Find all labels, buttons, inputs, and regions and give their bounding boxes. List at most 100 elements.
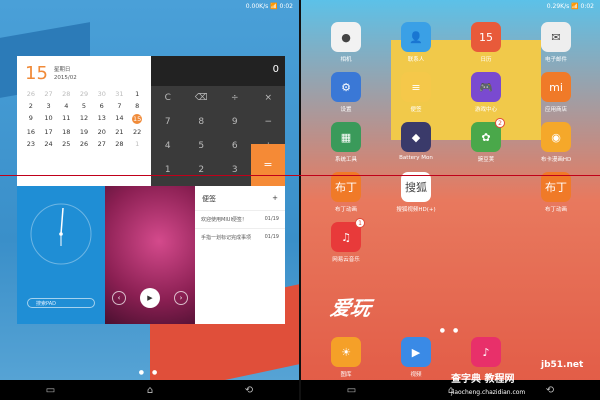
add-note-icon[interactable]: + <box>272 194 278 204</box>
calendar-date[interactable]: 9 <box>22 114 40 124</box>
calendar-date[interactable]: 1 <box>128 90 146 98</box>
calendar-date[interactable]: 4 <box>57 102 75 110</box>
app-icon-button[interactable]: 布丁 布丁动画 <box>531 172 581 213</box>
calculator-key[interactable]: × <box>252 86 286 110</box>
calculator-key[interactable]: 6 <box>218 134 252 158</box>
calendar-date[interactable]: 18 <box>57 128 75 136</box>
calculator-key[interactable]: 1 <box>151 158 185 182</box>
app-icon: 👤 <box>401 22 431 52</box>
notes-widget[interactable]: 便签 + 欢迎使用MIUI便签！ 01/19 手指一划标记完成事项 01/19 <box>195 186 285 324</box>
calendar-date[interactable]: 22 <box>128 128 146 136</box>
app-icon: ≡ <box>401 72 431 102</box>
equals-button[interactable]: = <box>251 144 285 186</box>
calendar-widget[interactable]: 15 星期日 2015/02 26 27 28 29 30 31 1 2 3 4 5 6 7 8 9 10 11… <box>17 56 151 186</box>
app-icon-button[interactable]: ◉ 布卡漫画HD <box>531 122 581 163</box>
app-label: 系统工具 <box>334 157 357 163</box>
play-icon[interactable]: ▶ <box>140 288 160 308</box>
calculator-key[interactable]: 4 <box>151 134 185 158</box>
calendar-date[interactable]: 14 <box>111 114 129 124</box>
back-icon[interactable]: ⟲ <box>245 385 253 396</box>
calendar-date[interactable]: 12 <box>75 114 93 124</box>
calendar-date[interactable]: 10 <box>40 114 58 124</box>
note-date: 01/19 <box>264 234 279 240</box>
search-input[interactable]: 搜索PAD <box>27 298 95 308</box>
back-icon[interactable]: ⟲ <box>546 385 554 396</box>
calendar-date[interactable]: 29 <box>75 90 93 98</box>
app-icon-button[interactable]: ✿ 2 豌豆荚 <box>461 118 511 163</box>
app-icon-button[interactable]: ♫ 1 网易云音乐 <box>321 218 371 263</box>
page-indicator: ● ● <box>439 327 462 334</box>
app-icon-button[interactable]: 15 日历 <box>461 22 511 63</box>
calendar-date[interactable]: 27 <box>93 140 111 148</box>
calendar-date[interactable]: 2 <box>22 102 40 110</box>
dock-app-button[interactable]: ▶ 视频 <box>391 337 441 378</box>
recents-icon[interactable]: ▭ <box>347 385 356 396</box>
app-glyph: 布丁 <box>545 181 567 194</box>
app-icon-button[interactable]: ⚙ 设置 <box>321 72 371 113</box>
calendar-date[interactable]: 6 <box>93 102 111 110</box>
previous-icon[interactable]: ‹ <box>112 291 126 305</box>
calendar-date[interactable]: 27 <box>40 90 58 98</box>
app-icon-button[interactable]: 搜狐 搜狐视频HD(+) <box>391 172 441 213</box>
calendar-date[interactable]: 26 <box>22 90 40 98</box>
home-icon[interactable]: ⌂ <box>147 385 153 396</box>
recents-icon[interactable]: ▭ <box>46 385 55 396</box>
app-icon-button[interactable]: ✉ 电子邮件 <box>531 22 581 63</box>
calendar-date[interactable]: 15 <box>132 114 143 124</box>
calculator-key[interactable]: 2 <box>185 158 219 182</box>
app-icon-button[interactable]: ● 相机 <box>321 22 371 63</box>
calendar-date[interactable]: 11 <box>57 114 75 124</box>
calendar-date[interactable]: 31 <box>111 90 129 98</box>
calendar-date[interactable]: 24 <box>40 140 58 148</box>
calendar-date[interactable]: 17 <box>40 128 58 136</box>
app-icon-button[interactable]: 🎮 游戏中心 <box>461 72 511 113</box>
calculator-key[interactable]: − <box>252 110 286 134</box>
app-label: 便签 <box>410 107 422 113</box>
calendar-date[interactable]: 3 <box>40 102 58 110</box>
calendar-date[interactable]: 16 <box>22 128 40 136</box>
calendar-date[interactable]: 23 <box>22 140 40 148</box>
calendar-date[interactable]: 26 <box>75 140 93 148</box>
calendar-date[interactable]: 5 <box>75 102 93 110</box>
note-item[interactable]: 欢迎使用MIUI便签！ 01/19 <box>195 210 285 228</box>
calculator-key[interactable]: 3 <box>218 158 252 182</box>
next-icon[interactable]: › <box>174 291 188 305</box>
app-label: 布卡漫画HD <box>540 157 572 163</box>
clock-widget[interactable]: 搜索PAD <box>17 186 105 324</box>
calculator-key[interactable]: C <box>151 86 185 110</box>
note-text: 手指一划标记完成事项 <box>201 235 252 241</box>
calendar-date[interactable]: 21 <box>111 128 129 136</box>
calendar-date[interactable]: 28 <box>111 140 129 148</box>
dock-app-button[interactable]: ♪ <box>461 337 511 370</box>
note-item[interactable]: 手指一划标记完成事项 01/19 <box>195 228 285 246</box>
app-label: 网易云音乐 <box>332 257 360 263</box>
app-icon: ◉ <box>541 122 571 152</box>
status-bar: 0.29K/s 📶 0:02 <box>546 3 594 10</box>
calendar-date[interactable]: 19 <box>75 128 93 136</box>
app-label: Battery Mon <box>399 155 433 161</box>
app-glyph: ✉ <box>551 30 561 44</box>
calculator-key[interactable]: ⌫ <box>185 86 219 110</box>
calendar-date[interactable]: 30 <box>93 90 111 98</box>
calendar-date[interactable]: 13 <box>93 114 111 124</box>
app-glyph: ⚙ <box>341 80 351 94</box>
calculator-key[interactable]: ÷ <box>218 86 252 110</box>
calendar-date[interactable]: 20 <box>93 128 111 136</box>
calendar-date[interactable]: 1 <box>128 140 146 148</box>
app-icon-button[interactable]: ▦ 系统工具 <box>321 122 371 163</box>
calendar-date[interactable]: 8 <box>128 102 146 110</box>
app-icon: ☀ <box>331 337 361 367</box>
app-icon-button[interactable]: mi 应用商店 <box>531 72 581 113</box>
app-icon-button[interactable]: 布丁 布丁动画 <box>321 172 371 213</box>
calendar-date[interactable]: 28 <box>57 90 75 98</box>
calculator-key[interactable]: 8 <box>185 110 219 134</box>
calculator-key[interactable]: 5 <box>185 134 219 158</box>
calculator-key[interactable]: 9 <box>218 110 252 134</box>
dock-app-button[interactable]: ☀ 图库 <box>321 337 371 378</box>
app-icon-button[interactable]: ≡ 便签 <box>391 72 441 113</box>
calculator-key[interactable]: 7 <box>151 110 185 134</box>
app-icon-button[interactable]: 👤 联系人 <box>391 22 441 63</box>
calendar-date[interactable]: 7 <box>111 102 129 110</box>
app-icon-button[interactable]: ◆ Battery Mon <box>391 122 441 161</box>
calendar-date[interactable]: 25 <box>57 140 75 148</box>
